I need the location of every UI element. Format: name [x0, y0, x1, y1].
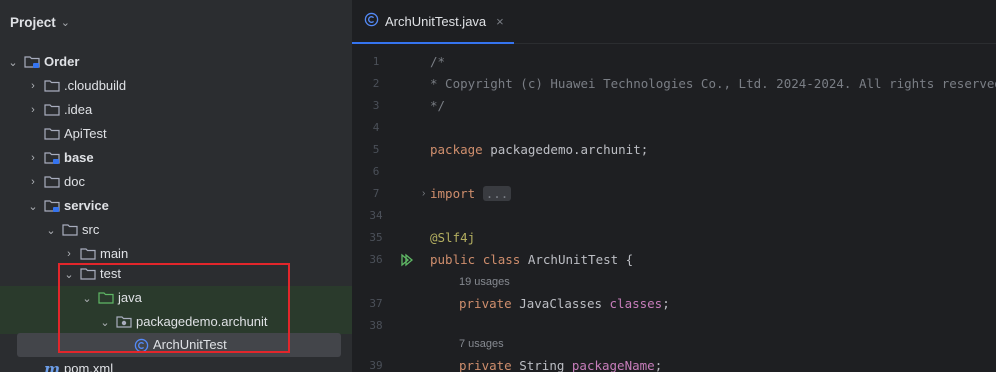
code-text: ;: [654, 358, 663, 372]
module-folder-icon: [44, 198, 60, 214]
tree-item-label: base: [64, 150, 94, 165]
class-icon: [364, 12, 379, 30]
code-text: ;: [662, 296, 670, 311]
keyword: import: [430, 186, 476, 201]
code-line: public class ArchUnitTest {: [430, 249, 633, 271]
chevron-down-icon[interactable]: ⌄: [44, 224, 58, 237]
code-text: ArchUnitTest {: [520, 252, 634, 267]
keyword: package: [430, 142, 483, 157]
tree-item-label: .idea: [64, 102, 93, 117]
editor-pane: ArchUnitTest.java × 1 2 3 4 5 6 7 › 34 3…: [352, 0, 996, 372]
tab-label: ArchUnitTest.java: [385, 13, 487, 29]
tree-item-label: Order: [44, 54, 80, 69]
chevron-down-icon[interactable]: ⌄: [6, 56, 20, 69]
chevron-right-icon[interactable]: ›: [26, 176, 40, 188]
folder-icon: [80, 246, 96, 262]
keyword: class: [482, 252, 521, 267]
maven-icon: m: [44, 360, 60, 372]
tree-item-base[interactable]: › base: [0, 146, 352, 170]
module-folder-icon: [24, 54, 40, 70]
tree-item-label: ApiTest: [64, 126, 107, 141]
tree-item-label: pom.xml: [64, 361, 114, 372]
tree-item-label: doc: [64, 174, 85, 189]
chevron-right-icon[interactable]: ›: [26, 152, 40, 164]
field-name: classes: [609, 296, 663, 311]
code-line: private String packageName;: [459, 355, 662, 372]
code-area[interactable]: /* * Copyright (c) Huawei Technologies C…: [352, 44, 996, 372]
code-line: private JavaClasses classes;: [459, 293, 670, 315]
project-title: Project: [10, 14, 56, 30]
keyword: public: [430, 252, 476, 267]
code-text: String: [511, 358, 572, 372]
tree-item-label: .cloudbuild: [64, 78, 127, 93]
folder-icon: [44, 174, 60, 190]
tab-archunittest[interactable]: ArchUnitTest.java ×: [352, 0, 514, 44]
code-line: */: [430, 98, 446, 113]
tree-item-src[interactable]: ⌄ src: [0, 218, 352, 242]
tree-item-cloudbuild[interactable]: › .cloudbuild: [0, 74, 352, 98]
chevron-down-icon[interactable]: ⌄: [26, 200, 40, 213]
code-line: /*: [430, 54, 446, 69]
folder-icon: [44, 126, 60, 142]
folded-imports[interactable]: ...: [482, 186, 512, 201]
tree-item-apitest[interactable]: ApiTest: [0, 122, 352, 146]
tree-item-order[interactable]: ⌄ Order: [0, 50, 352, 74]
tree-item-pom[interactable]: m pom.xml: [0, 357, 352, 372]
code-line: * Copyright (c) Huawei Technologies Co.,…: [430, 76, 996, 91]
chevron-right-icon[interactable]: ›: [62, 248, 76, 260]
usages-hint[interactable]: 19 usages: [459, 271, 510, 293]
folder-icon: [44, 102, 60, 118]
keyword: private: [459, 296, 512, 311]
code-line: import ...: [430, 183, 512, 205]
tree-item-idea[interactable]: › .idea: [0, 98, 352, 122]
ide-window: Project ⌄ ⌄ Order › .cloudbuild › .idea: [0, 0, 996, 372]
module-folder-icon: [44, 150, 60, 166]
folder-icon: [44, 78, 60, 94]
code-line: @Slf4j: [430, 230, 476, 245]
chevron-right-icon[interactable]: ›: [26, 104, 40, 116]
chevron-right-icon[interactable]: ›: [26, 80, 40, 92]
keyword: private: [459, 358, 512, 372]
code-text: JavaClasses: [511, 296, 610, 311]
tree-item-service[interactable]: ⌄ service: [0, 194, 352, 218]
tree-item-label: src: [82, 222, 100, 237]
code-text: packagedemo.archunit;: [482, 142, 649, 157]
code-line: package packagedemo.archunit;: [430, 139, 648, 161]
close-icon[interactable]: ×: [496, 14, 504, 29]
folder-icon: [62, 222, 78, 238]
project-header[interactable]: Project ⌄: [0, 0, 352, 44]
tree-item-label: service: [64, 198, 109, 213]
highlight-box: [58, 263, 290, 353]
tree-item-doc[interactable]: › doc: [0, 170, 352, 194]
project-tool-window: Project ⌄ ⌄ Order › .cloudbuild › .idea: [0, 0, 352, 372]
chevron-down-icon[interactable]: ⌄: [61, 16, 70, 29]
usages-hint[interactable]: 7 usages: [459, 333, 504, 355]
field-name: packageName: [571, 358, 655, 372]
editor-tab-bar: ArchUnitTest.java ×: [352, 0, 996, 44]
